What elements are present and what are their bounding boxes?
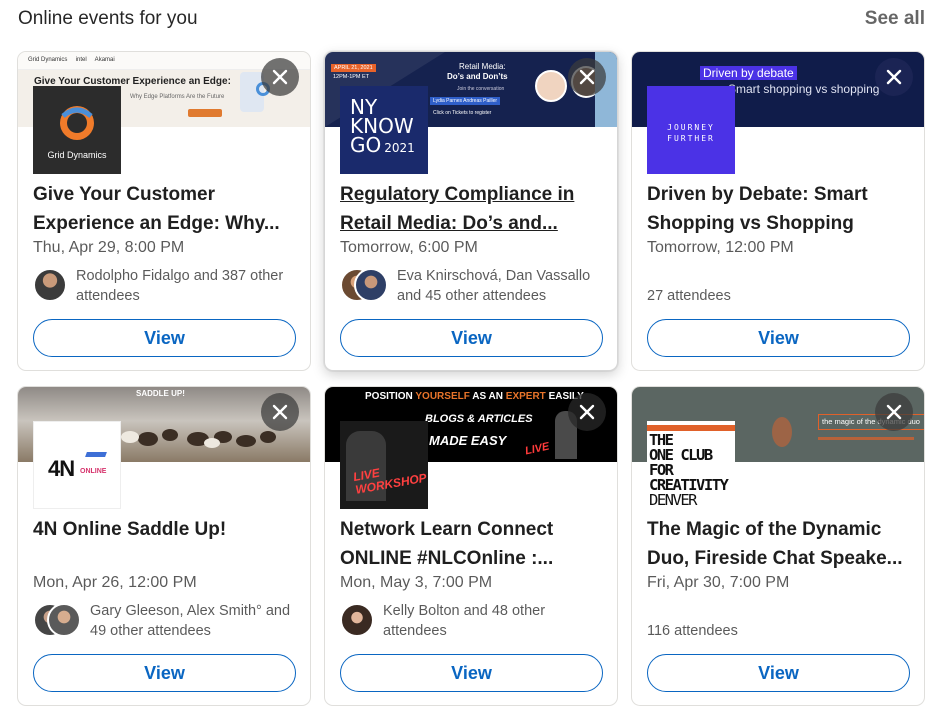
banner-subtitle: Smart shopping vs shopping	[728, 82, 880, 96]
banner-title-2: Do’s and Don’ts	[447, 72, 508, 81]
event-time: Mon, May 3, 7:00 PM	[340, 574, 493, 591]
event-time: Thu, Apr 29, 8:00 PM	[33, 239, 185, 256]
dismiss-button[interactable]	[261, 58, 299, 96]
banner-headline: SADDLE UP!	[136, 389, 185, 398]
banner-text: POSITION	[365, 391, 416, 402]
avatar	[340, 603, 374, 637]
section-header: Online events for you See all	[18, 6, 925, 34]
banner-tag: Driven by debate	[700, 66, 797, 80]
view-button[interactable]: View	[647, 319, 910, 357]
logo-label: Grid Dynamics	[47, 150, 107, 160]
attendees-text: Kelly Bolton and 48 other attendees	[383, 603, 546, 639]
event-logo: NY KNOW GO 2021	[340, 86, 428, 174]
event-card[interactable]: SADDLE UP! 4N ONLINE 4N Online Saddle Up…	[17, 386, 311, 706]
logo-line: GO	[350, 133, 382, 157]
banner-names: Lydia Parnes Andreas Pailler	[430, 97, 501, 105]
attendees-info: Kelly Bolton and 48 other attendees	[340, 601, 608, 643]
logo-line: JOURNEY	[667, 123, 715, 132]
event-card[interactable]: POSITION YOURSELF AS AN EXPERT EASILY BL…	[324, 386, 618, 706]
event-title[interactable]: Regulatory Compliance in Retail Media: D…	[340, 180, 605, 238]
attendees-text: 116 attendees	[647, 623, 738, 639]
avatar	[354, 268, 388, 302]
banner-time: 12PM-1PM ET	[333, 74, 370, 80]
event-card[interactable]: APRIL 21, 2021 12PM-1PM ET Retail Media:…	[324, 51, 618, 371]
attendees-text: 27 attendees	[647, 288, 731, 304]
event-card[interactable]: the magic of the dynamic duo THE ONE CLU…	[631, 386, 925, 706]
logo-sub: ONLINE	[80, 468, 107, 475]
view-button[interactable]: View	[33, 654, 296, 692]
logo-line: FURTHER	[667, 134, 715, 143]
banner-highlight: YOURSELF	[415, 391, 470, 402]
view-button[interactable]: View	[647, 654, 910, 692]
attendees-info: 27 attendees	[647, 266, 915, 308]
event-time: Fri, Apr 30, 7:00 PM	[647, 574, 790, 591]
event-logo: 4N ONLINE	[33, 421, 121, 509]
event-card[interactable]: Grid Dynamics intel Akamai Give Your Cus…	[17, 51, 311, 371]
attendees-info: Rodolpho Fidalgo and 387 other attendees	[33, 266, 301, 308]
avatar	[33, 268, 67, 302]
section-title: Online events for you	[18, 8, 198, 29]
event-card[interactable]: Driven by debate Smart shopping vs shopp…	[631, 51, 925, 371]
event-title[interactable]: Give Your Customer Experience an Edge: W…	[33, 180, 298, 238]
dismiss-button[interactable]	[875, 58, 913, 96]
banner-highlight: EXPERT	[505, 391, 546, 402]
close-icon	[579, 69, 595, 85]
attendees-text: Rodolpho Fidalgo and 387 other attendees	[76, 268, 284, 304]
banner-register: Click on Tickets to register	[433, 110, 492, 116]
attendees-info: Eva Knirschová, Dan Vassallo and 45 othe…	[340, 266, 608, 308]
logo-main: 4N	[48, 456, 75, 481]
dismiss-button[interactable]	[261, 393, 299, 431]
banner-text: AS AN	[469, 391, 506, 402]
close-icon	[886, 69, 902, 85]
banner-blogs: BLOGS & ARTICLES	[425, 413, 533, 425]
event-title[interactable]: Driven by Debate: Smart Shopping vs Shop…	[647, 180, 912, 238]
event-logo: JOURNEY FURTHER	[647, 86, 735, 174]
close-icon	[272, 69, 288, 85]
banner-headline: POSITION YOURSELF AS AN EXPERT EASILY	[365, 391, 584, 402]
banner-title: Retail Media:	[459, 62, 506, 71]
banner-join: Join the conversation	[457, 86, 505, 92]
dismiss-button[interactable]	[875, 393, 913, 431]
dismiss-button[interactable]	[568, 58, 606, 96]
attendees-text: Eva Knirschová, Dan Vassallo and 45 othe…	[397, 268, 591, 304]
event-logo: THE ONE CLUB FOR CREATIVITY DENVER	[647, 421, 735, 509]
see-all-link[interactable]: See all	[865, 8, 925, 30]
view-button[interactable]: View	[340, 654, 603, 692]
close-icon	[886, 404, 902, 420]
banner-made-easy: MADE EASY	[429, 433, 507, 448]
view-button[interactable]: View	[340, 319, 603, 357]
view-button[interactable]: View	[33, 319, 296, 357]
event-title[interactable]: Network Learn Connect ONLINE #NLCOnline …	[340, 515, 605, 573]
event-logo: LIVE WORKSHOP	[340, 421, 428, 509]
dismiss-button[interactable]	[568, 393, 606, 431]
close-icon	[579, 404, 595, 420]
banner-date: APRIL 21, 2021	[331, 64, 376, 72]
event-title[interactable]: The Magic of the Dynamic Duo, Fireside C…	[647, 515, 912, 573]
logo-line: 2021	[384, 141, 415, 155]
event-logo: Grid Dynamics	[33, 86, 121, 174]
banner-live: LIVE	[524, 440, 551, 458]
event-time: Mon, Apr 26, 12:00 PM	[33, 574, 197, 591]
attendees-info: Gary Gleeson, Alex Smith° and 49 other a…	[33, 601, 301, 643]
event-time: Tomorrow, 12:00 PM	[647, 239, 794, 256]
attendees-info: 116 attendees	[647, 601, 915, 643]
logo-line: DENVER	[649, 491, 698, 509]
attendees-text: Gary Gleeson, Alex Smith° and 49 other a…	[90, 603, 291, 639]
event-title[interactable]: 4N Online Saddle Up!	[33, 515, 298, 544]
event-time: Tomorrow, 6:00 PM	[340, 239, 478, 256]
close-icon	[272, 404, 288, 420]
avatar	[47, 603, 81, 637]
banner-subtitle: Why Edge Platforms Are the Future	[130, 94, 225, 100]
